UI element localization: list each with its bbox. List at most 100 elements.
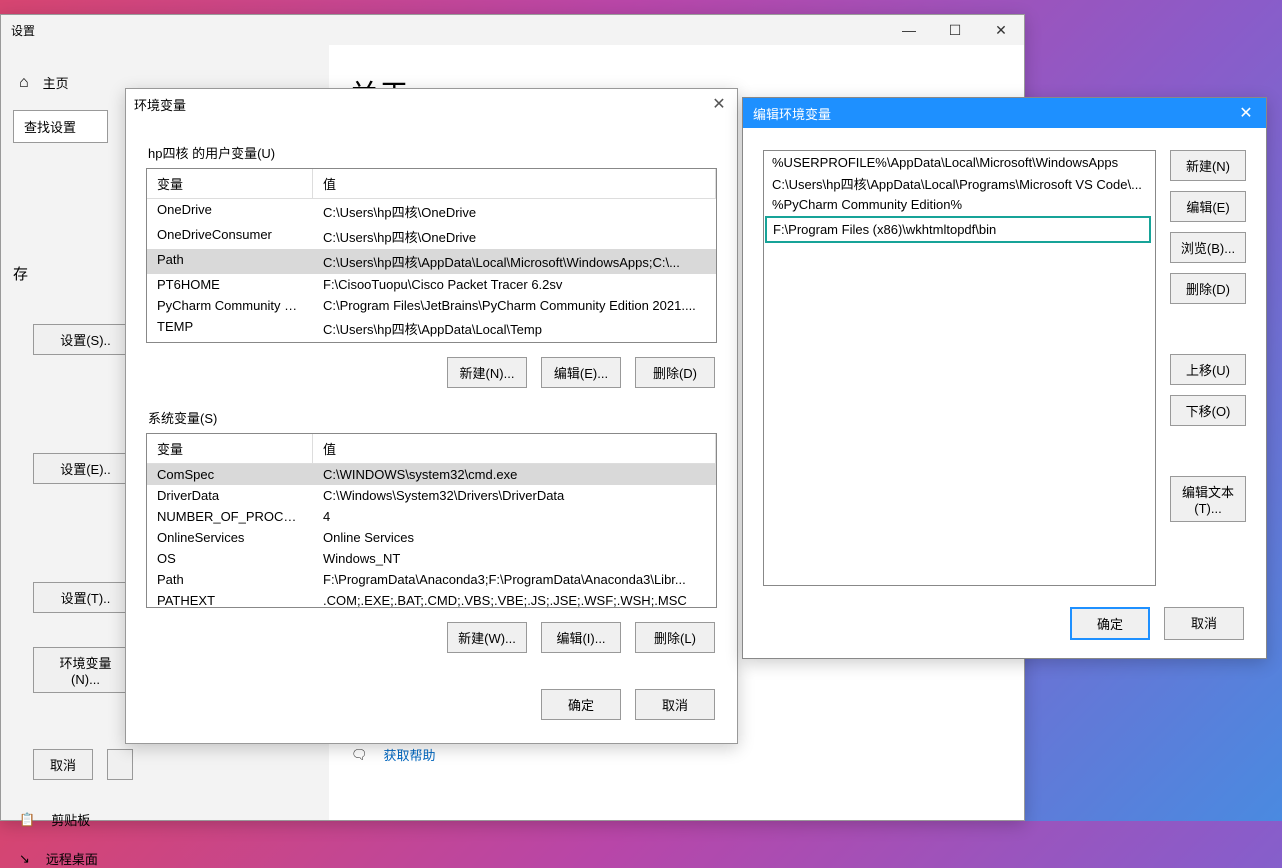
sidebar-clipboard[interactable]: 📋 剪贴板 — [19, 810, 317, 829]
path-list[interactable]: %USERPROFILE%\AppData\Local\Microsoft\Wi… — [763, 150, 1156, 586]
apply-button-frag[interactable] — [107, 749, 133, 780]
settings-e-button[interactable]: 设置(E).. — [33, 453, 138, 484]
table-row[interactable]: NUMBER_OF_PROCESSORS4 — [147, 506, 716, 527]
table-row[interactable]: OSWindows_NT — [147, 548, 716, 569]
edit-delete-button[interactable]: 删除(D) — [1170, 273, 1246, 304]
sys-new-button[interactable]: 新建(W)... — [447, 622, 527, 653]
settings-titlebar: 设置 — ☐ ✕ — [1, 15, 1024, 45]
col-header-val[interactable]: 值 — [313, 434, 716, 463]
clipboard-label: 剪贴板 — [51, 810, 90, 829]
path-item[interactable]: F:\Program Files (x86)\wkhtmltopdf\bin — [765, 216, 1151, 243]
env-vars-dialog: 环境变量 ✕ hp四核 的用户变量(U) 变量 值 OneDriveC:\Use… — [125, 88, 738, 744]
var-value: C:\Users\hp四核\AppData\Local\Microsoft\Wi… — [313, 249, 716, 274]
table-row[interactable]: OnlineServicesOnline Services — [147, 527, 716, 548]
user-vars-table[interactable]: 变量 值 OneDriveC:\Users\hp四核\OneDriveOneDr… — [146, 168, 717, 343]
table-row[interactable]: DriverDataC:\Windows\System32\Drivers\Dr… — [147, 485, 716, 506]
table-row[interactable]: TEMPC:\Users\hp四核\AppData\Local\Temp — [147, 316, 716, 341]
edit-dialog-title: 编辑环境变量 — [753, 104, 831, 123]
sys-delete-button[interactable]: 删除(L) — [635, 622, 715, 653]
var-value: F:\CisooTuopu\Cisco Packet Tracer 6.2sv — [313, 274, 716, 295]
remote-label: 远程桌面 — [46, 849, 98, 868]
path-item[interactable]: C:\Users\hp四核\AppData\Local\Programs\Mic… — [764, 172, 1155, 195]
edit-new-button[interactable]: 新建(N) — [1170, 150, 1246, 181]
var-name: PyCharm Community Editi... — [147, 295, 313, 316]
find-settings-input[interactable]: 查找设置 — [13, 110, 108, 143]
edit-cancel-button[interactable]: 取消 — [1164, 607, 1244, 640]
var-name: OS — [147, 548, 313, 569]
edit-dialog-titlebar: 编辑环境变量 ✕ — [743, 98, 1266, 128]
clipboard-icon: 📋 — [19, 812, 35, 828]
table-row[interactable]: PathC:\Users\hp四核\AppData\Local\Microsof… — [147, 249, 716, 274]
var-name: TEMP — [147, 316, 313, 341]
var-name: ComSpec — [147, 464, 313, 485]
maximize-icon[interactable]: ☐ — [932, 15, 978, 45]
settings-s-button[interactable]: 设置(S).. — [33, 324, 138, 355]
col-header-var[interactable]: 变量 — [147, 169, 313, 198]
var-value: 4 — [313, 506, 716, 527]
settings-t-button[interactable]: 设置(T).. — [33, 582, 138, 613]
home-icon: ⌂ — [19, 74, 29, 92]
settings-title: 设置 — [1, 22, 35, 39]
edit-movedown-button[interactable]: 下移(O) — [1170, 395, 1246, 426]
get-help-link[interactable]: 🗨 获取帮助 — [351, 745, 1024, 764]
user-new-button[interactable]: 新建(N)... — [447, 357, 527, 388]
var-name: DriverData — [147, 485, 313, 506]
remote-icon: ↘ — [19, 851, 30, 867]
table-row[interactable]: ComSpecC:\WINDOWS\system32\cmd.exe — [147, 464, 716, 485]
user-delete-button[interactable]: 删除(D) — [635, 357, 715, 388]
user-vars-label: hp四核 的用户变量(U) — [148, 143, 717, 162]
edit-moveup-button[interactable]: 上移(U) — [1170, 354, 1246, 385]
window-controls: — ☐ ✕ — [886, 15, 1024, 45]
path-item[interactable]: %USERPROFILE%\AppData\Local\Microsoft\Wi… — [764, 153, 1155, 172]
edit-ok-button[interactable]: 确定 — [1070, 607, 1150, 640]
var-name: PT6HOME — [147, 274, 313, 295]
get-help-label: 获取帮助 — [384, 745, 436, 764]
var-name: Path — [147, 569, 313, 590]
sidebar-remote-desktop[interactable]: ↘ 远程桌面 — [19, 849, 317, 868]
minimize-icon[interactable]: — — [886, 15, 932, 45]
table-row[interactable]: PATHEXT.COM;.EXE;.BAT;.CMD;.VBS;.VBE;.JS… — [147, 590, 716, 608]
system-vars-table[interactable]: 变量 值 ComSpecC:\WINDOWS\system32\cmd.exeD… — [146, 433, 717, 608]
table-row[interactable]: PT6HOMEF:\CisooTuopu\Cisco Packet Tracer… — [147, 274, 716, 295]
table-row[interactable]: PyCharm Community Editi...C:\Program Fil… — [147, 295, 716, 316]
close-icon[interactable]: ✕ — [1236, 103, 1256, 123]
user-edit-button[interactable]: 编辑(E)... — [541, 357, 621, 388]
sys-edit-button[interactable]: 编辑(I)... — [541, 622, 621, 653]
env-cancel-button[interactable]: 取消 — [635, 689, 715, 720]
env-dialog-title: 环境变量 — [134, 95, 186, 114]
var-value: C:\Users\hp四核\AppData\Local\Temp — [313, 341, 716, 343]
var-value: C:\Windows\System32\Drivers\DriverData — [313, 485, 716, 506]
table-row[interactable]: OneDriveConsumerC:\Users\hp四核\OneDrive — [147, 224, 716, 249]
var-value: .COM;.EXE;.BAT;.CMD;.VBS;.VBE;.JS;.JSE;.… — [313, 590, 716, 608]
edit-env-dialog: 编辑环境变量 ✕ %USERPROFILE%\AppData\Local\Mic… — [742, 97, 1267, 659]
var-name: TMP — [147, 341, 313, 343]
col-header-var[interactable]: 变量 — [147, 434, 313, 463]
close-icon[interactable]: ✕ — [709, 94, 729, 114]
var-name: PATHEXT — [147, 590, 313, 608]
edit-edit-button[interactable]: 编辑(E) — [1170, 191, 1246, 222]
close-icon[interactable]: ✕ — [978, 15, 1024, 45]
var-value: Online Services — [313, 527, 716, 548]
var-name: NUMBER_OF_PROCESSORS — [147, 506, 313, 527]
env-vars-button[interactable]: 环境变量(N)... — [33, 647, 138, 693]
table-row[interactable]: OneDriveC:\Users\hp四核\OneDrive — [147, 199, 716, 224]
path-item[interactable]: %PyCharm Community Edition% — [764, 195, 1155, 214]
cancel-button[interactable]: 取消 — [33, 749, 93, 780]
var-name: OnlineServices — [147, 527, 313, 548]
system-vars-label: 系统变量(S) — [148, 408, 717, 427]
var-value: C:\Users\hp四核\OneDrive — [313, 224, 716, 249]
var-value: C:\Users\hp四核\AppData\Local\Temp — [313, 316, 716, 341]
help-icon: 🗨 — [351, 747, 368, 763]
table-row[interactable]: PathF:\ProgramData\Anaconda3;F:\ProgramD… — [147, 569, 716, 590]
table-row[interactable]: TMPC:\Users\hp四核\AppData\Local\Temp — [147, 341, 716, 343]
env-ok-button[interactable]: 确定 — [541, 689, 621, 720]
col-header-val[interactable]: 值 — [313, 169, 716, 198]
home-label: 主页 — [43, 73, 69, 92]
var-value: C:\WINDOWS\system32\cmd.exe — [313, 464, 716, 485]
var-name: OneDrive — [147, 199, 313, 224]
env-dialog-titlebar: 环境变量 ✕ — [126, 89, 737, 119]
edit-browse-button[interactable]: 浏览(B)... — [1170, 232, 1246, 263]
var-value: F:\ProgramData\Anaconda3;F:\ProgramData\… — [313, 569, 716, 590]
var-name: OneDriveConsumer — [147, 224, 313, 249]
edit-text-button[interactable]: 编辑文本(T)... — [1170, 476, 1246, 522]
